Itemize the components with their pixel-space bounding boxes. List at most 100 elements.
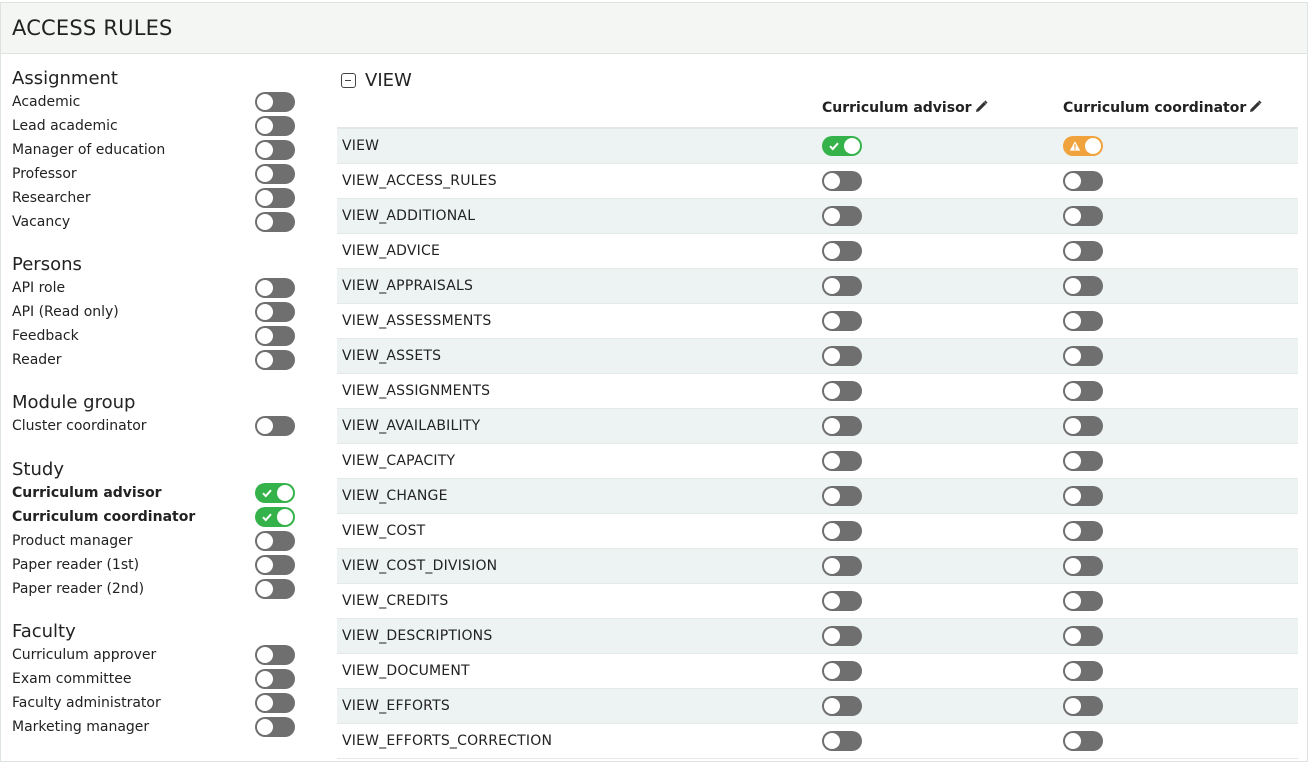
role-toggle[interactable] [255, 645, 295, 669]
toggle-off[interactable] [1063, 626, 1103, 646]
toggle-off[interactable] [1063, 451, 1103, 471]
role-toggle[interactable] [255, 717, 295, 741]
toggle-off[interactable] [1063, 556, 1103, 576]
role-toggle[interactable] [255, 302, 295, 326]
toggle-off[interactable] [255, 350, 295, 370]
pencil-icon[interactable] [1249, 100, 1262, 113]
role-toggle[interactable] [255, 140, 295, 164]
permission-toggle-curriculum-advisor[interactable] [822, 171, 862, 195]
permission-toggle-curriculum-coordinator[interactable] [1063, 521, 1103, 545]
role-toggle[interactable] [255, 531, 295, 555]
toggle-off[interactable] [255, 555, 295, 575]
permission-toggle-curriculum-coordinator[interactable] [1063, 241, 1103, 265]
toggle-on[interactable] [822, 136, 862, 156]
toggle-off[interactable] [822, 311, 862, 331]
toggle-off[interactable] [822, 661, 862, 681]
permission-toggle-curriculum-advisor[interactable] [822, 626, 862, 650]
role-row[interactable]: Curriculum advisor [12, 481, 302, 505]
permission-toggle-curriculum-advisor[interactable] [822, 696, 862, 720]
permission-toggle-curriculum-coordinator[interactable] [1063, 206, 1103, 230]
role-row[interactable]: Product manager [12, 529, 302, 553]
toggle-off[interactable] [1063, 241, 1103, 261]
toggle-off[interactable] [1063, 276, 1103, 296]
toggle-off[interactable] [255, 579, 295, 599]
role-toggle[interactable] [255, 507, 295, 531]
role-row[interactable]: API role [12, 276, 302, 300]
permission-toggle-curriculum-coordinator[interactable] [1063, 416, 1103, 440]
toggle-off[interactable] [1063, 346, 1103, 366]
permission-toggle-curriculum-advisor[interactable] [822, 486, 862, 510]
permission-toggle-curriculum-coordinator[interactable] [1063, 626, 1103, 650]
role-row[interactable]: Researcher [12, 186, 302, 210]
permission-toggle-curriculum-coordinator[interactable] [1063, 661, 1103, 685]
toggle-off[interactable] [822, 486, 862, 506]
toggle-off[interactable] [1063, 416, 1103, 436]
toggle-off[interactable] [822, 241, 862, 261]
toggle-off[interactable] [822, 626, 862, 646]
toggle-off[interactable] [822, 521, 862, 541]
permission-toggle-curriculum-advisor[interactable] [822, 556, 862, 580]
role-toggle[interactable] [255, 350, 295, 374]
role-toggle[interactable] [255, 416, 295, 440]
role-row[interactable]: Vacancy [12, 210, 302, 234]
toggle-off[interactable] [1063, 731, 1103, 751]
toggle-off[interactable] [822, 731, 862, 751]
toggle-off[interactable] [255, 92, 295, 112]
toggle-off[interactable] [1063, 486, 1103, 506]
toggle-off[interactable] [255, 717, 295, 737]
role-toggle[interactable] [255, 555, 295, 579]
permission-toggle-curriculum-coordinator[interactable] [1063, 136, 1103, 160]
role-row[interactable]: Professor [12, 162, 302, 186]
toggle-off[interactable] [1063, 591, 1103, 611]
collapse-icon[interactable] [341, 73, 356, 88]
role-row[interactable]: Manager of education [12, 138, 302, 162]
toggle-off[interactable] [822, 416, 862, 436]
toggle-off[interactable] [822, 451, 862, 471]
permission-toggle-curriculum-coordinator[interactable] [1063, 591, 1103, 615]
role-row[interactable]: Exam committee [12, 667, 302, 691]
role-row[interactable]: Marketing manager [12, 715, 302, 739]
permission-toggle-curriculum-coordinator[interactable] [1063, 311, 1103, 335]
role-toggle[interactable] [255, 278, 295, 302]
role-row[interactable]: Lead academic [12, 114, 302, 138]
toggle-off[interactable] [1063, 206, 1103, 226]
toggle-off[interactable] [822, 696, 862, 716]
role-row[interactable]: Cluster coordinator [12, 414, 302, 438]
toggle-off[interactable] [1063, 171, 1103, 191]
toggle-off[interactable] [255, 188, 295, 208]
toggle-off[interactable] [822, 346, 862, 366]
toggle-off[interactable] [255, 212, 295, 232]
role-row[interactable]: Curriculum coordinator [12, 505, 302, 529]
toggle-off[interactable] [255, 416, 295, 436]
role-row[interactable]: Feedback [12, 324, 302, 348]
permission-toggle-curriculum-advisor[interactable] [822, 311, 862, 335]
toggle-off[interactable] [822, 381, 862, 401]
permission-toggle-curriculum-advisor[interactable] [822, 206, 862, 230]
permission-toggle-curriculum-advisor[interactable] [822, 451, 862, 475]
role-toggle[interactable] [255, 116, 295, 140]
permission-toggle-curriculum-coordinator[interactable] [1063, 381, 1103, 405]
toggle-off[interactable] [255, 116, 295, 136]
permission-toggle-curriculum-advisor[interactable] [822, 276, 862, 300]
toggle-off[interactable] [1063, 381, 1103, 401]
toggle-off[interactable] [822, 556, 862, 576]
toggle-off[interactable] [255, 669, 295, 689]
role-toggle[interactable] [255, 579, 295, 603]
permission-toggle-curriculum-coordinator[interactable] [1063, 486, 1103, 510]
toggle-off[interactable] [1063, 521, 1103, 541]
toggle-partial[interactable] [1063, 136, 1103, 156]
role-toggle[interactable] [255, 188, 295, 212]
role-row[interactable]: Paper reader (1st) [12, 553, 302, 577]
toggle-off[interactable] [255, 645, 295, 665]
toggle-off[interactable] [1063, 311, 1103, 331]
role-row[interactable]: Academic [12, 90, 302, 114]
permission-toggle-curriculum-advisor[interactable] [822, 731, 862, 755]
toggle-on[interactable] [255, 483, 295, 503]
role-toggle[interactable] [255, 693, 295, 717]
permission-toggle-curriculum-coordinator[interactable] [1063, 696, 1103, 720]
toggle-off[interactable] [822, 591, 862, 611]
role-toggle[interactable] [255, 669, 295, 693]
permission-toggle-curriculum-advisor[interactable] [822, 381, 862, 405]
permission-toggle-curriculum-coordinator[interactable] [1063, 171, 1103, 195]
role-row[interactable]: API (Read only) [12, 300, 302, 324]
